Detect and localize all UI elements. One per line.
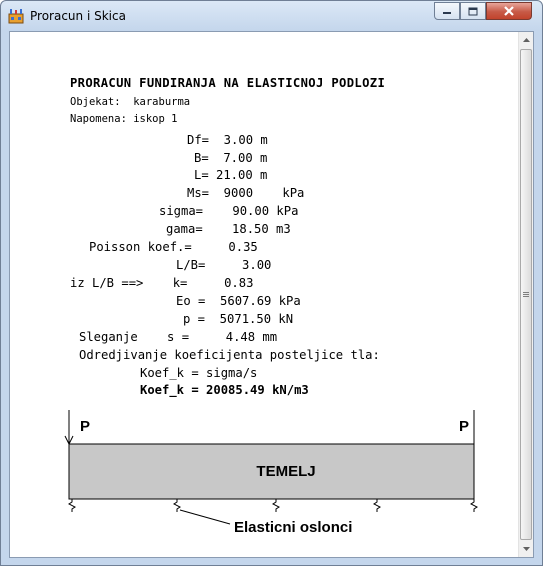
- minimize-icon: [443, 12, 451, 14]
- close-button[interactable]: [486, 2, 532, 20]
- foundation-label: TEMELJ: [256, 463, 315, 480]
- spring-icon: [272, 499, 280, 512]
- window-title: Proracun i Skica: [30, 9, 126, 23]
- client-area: PRORACUN FUNDIRANJA NA ELASTICNOJ PODLOZ…: [9, 31, 534, 558]
- spring-icon: [173, 499, 181, 512]
- spring-icon: [470, 499, 478, 512]
- chevron-down-icon: [522, 547, 530, 551]
- chevron-up-icon: [522, 38, 530, 42]
- maximize-icon: [468, 7, 478, 15]
- spring-supports: [68, 499, 478, 512]
- app-window: Proracun i Skica PRORACUN FUNDIRANJA NA …: [0, 0, 543, 566]
- title-bar[interactable]: Proracun i Skica: [1, 1, 542, 31]
- app-icon: [8, 9, 24, 24]
- spring-icon: [373, 499, 381, 512]
- scroll-up-button[interactable]: [519, 32, 533, 48]
- foundation-sketch: P P TEMELJ Elasticni oslonci: [64, 410, 478, 536]
- scroll-grip: [523, 292, 529, 293]
- maximize-button[interactable]: [460, 2, 486, 20]
- supports-label: Elasticni oslonci: [234, 519, 352, 536]
- leader-line: [179, 509, 231, 525]
- vertical-scrollbar[interactable]: [518, 32, 533, 557]
- scroll-down-button[interactable]: [519, 541, 533, 557]
- scroll-thumb[interactable]: [520, 49, 532, 540]
- minimize-button[interactable]: [434, 2, 460, 20]
- report-canvas: PRORACUN FUNDIRANJA NA ELASTICNOJ PODLOZ…: [10, 32, 518, 557]
- load-label-left: P: [80, 418, 90, 435]
- close-icon: [504, 6, 514, 16]
- spring-icon: [68, 499, 76, 512]
- load-label-right: P: [459, 418, 469, 435]
